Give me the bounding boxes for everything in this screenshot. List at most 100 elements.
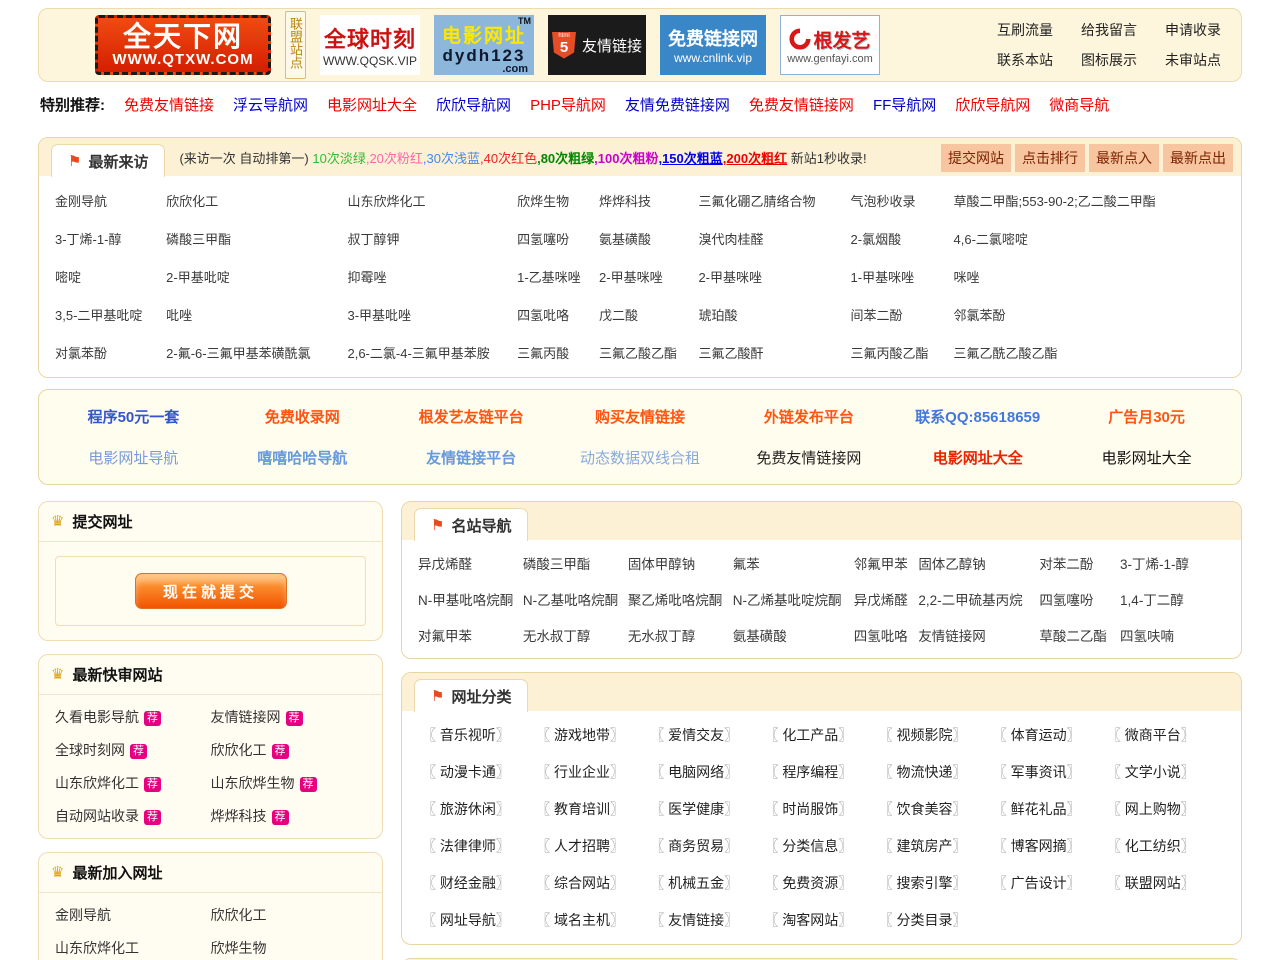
visitor-site-link[interactable]: 戊二酸	[599, 302, 698, 327]
visitor-site-link[interactable]: 气泡秒收录	[851, 188, 954, 213]
visitor-site-link[interactable]: 烨烨科技	[599, 188, 698, 213]
category-link[interactable]: 〖 网上购物〗	[1107, 799, 1221, 819]
banner-genfayi[interactable]: 根发艺 www.genfayi.com	[780, 15, 880, 75]
visitor-site-link[interactable]: 3,5-二甲基吡啶	[55, 302, 166, 327]
banner-cnlink[interactable]: 免费链接网 www.cnlink.vip	[660, 15, 766, 75]
category-link[interactable]: 〖 机械五金〗	[650, 873, 764, 893]
category-link[interactable]: 〖 财经金融〗	[422, 873, 536, 893]
visitor-site-link[interactable]: 三氟化硼乙腈络合物	[698, 188, 850, 213]
visitor-site-link[interactable]: 4,6-二氯嘧啶	[954, 226, 1226, 251]
category-link[interactable]: 〖 建筑房产〗	[879, 836, 993, 856]
ad-link[interactable]: 根发艺友链平台	[387, 406, 556, 427]
newly-added-item[interactable]: 欣烨生物	[211, 938, 367, 958]
recommend-link[interactable]: PHP导航网	[530, 94, 606, 115]
famous-site-link[interactable]: 2,2-二甲硫基丙烷	[918, 589, 1039, 609]
ad-link[interactable]: 广告月30元	[1062, 406, 1231, 427]
category-link[interactable]: 〖 音乐视听〗	[422, 725, 536, 745]
recommend-link[interactable]: 免费友情链接网	[749, 94, 854, 115]
visitor-site-link[interactable]: 四氢吡咯	[517, 302, 599, 327]
category-link[interactable]: 〖 旅游休闲〗	[422, 799, 536, 819]
site-logo[interactable]: 全天下网 WWW.QTXW.COM	[95, 15, 271, 75]
famous-site-link[interactable]: 固体甲醇钠	[628, 553, 733, 573]
famous-site-link[interactable]: 四氢吡咯	[854, 625, 919, 645]
ad-link[interactable]: 程序50元一套	[49, 406, 218, 427]
category-link[interactable]: 〖 网址导航〗	[422, 910, 536, 930]
recommend-link[interactable]: FF导航网	[873, 94, 936, 115]
ad-link[interactable]: 电影网址大全	[893, 447, 1062, 468]
famous-site-link[interactable]: 氨基磺酸	[733, 625, 854, 645]
visitor-site-link[interactable]: 1-甲基咪唑	[851, 264, 954, 289]
category-link[interactable]: 〖 化工产品〗	[764, 725, 878, 745]
visitor-site-link[interactable]: 嘧啶	[55, 264, 166, 289]
visitor-site-link[interactable]: 2-甲基吡啶	[166, 264, 347, 289]
fast-review-item[interactable]: 欣欣化工荐	[211, 740, 367, 760]
fast-review-item[interactable]: 久看电影导航荐	[55, 707, 211, 727]
recommend-link[interactable]: 友情免费链接网	[625, 94, 730, 115]
visitors-nav-button[interactable]: 点击排行	[1015, 144, 1085, 172]
category-link[interactable]: 〖 搜索引擎〗	[879, 873, 993, 893]
category-link[interactable]: 〖 免费资源〗	[764, 873, 878, 893]
famous-site-link[interactable]: N-乙烯基吡啶烷酮	[733, 589, 854, 609]
visitor-site-link[interactable]: 欣烨生物	[517, 188, 599, 213]
ad-link[interactable]: 电影网址导航	[49, 447, 218, 468]
category-link[interactable]: 〖 淘客网站〗	[764, 910, 878, 930]
visitor-site-link[interactable]: 四氢噻吩	[517, 226, 599, 251]
category-link[interactable]: 〖 视频影院〗	[879, 725, 993, 745]
recommend-link[interactable]: 电影网址大全	[327, 94, 417, 115]
banner-qqsk[interactable]: 全球时刻 WWW.QQSK.VIP	[320, 15, 420, 75]
visitor-site-link[interactable]: 三氟丙酸	[517, 340, 599, 365]
visitor-site-link[interactable]: 2-甲基咪唑	[599, 264, 698, 289]
visitor-site-link[interactable]: 咪唑	[954, 264, 1226, 289]
header-link[interactable]: 未审站点	[1165, 50, 1221, 70]
famous-site-link[interactable]: 无水叔丁醇	[523, 625, 628, 645]
visitor-site-link[interactable]: 抑霉唑	[347, 264, 517, 289]
ad-link[interactable]: 购买友情链接	[556, 406, 725, 427]
fast-review-item[interactable]: 友情链接网荐	[211, 707, 367, 727]
category-link[interactable]: 〖 电脑网络〗	[650, 762, 764, 782]
ad-link[interactable]: 免费友情链接网	[724, 447, 893, 468]
ad-link[interactable]: 嘻嘻哈哈导航	[218, 447, 387, 468]
visitors-nav-button[interactable]: 最新点出	[1163, 144, 1233, 172]
famous-site-link[interactable]: 对苯二酚	[1039, 553, 1120, 573]
visitors-nav-button[interactable]: 提交网站	[941, 144, 1011, 172]
visitor-site-link[interactable]: 氨基磺酸	[599, 226, 698, 251]
famous-site-link[interactable]: 对氟甲苯	[418, 625, 523, 645]
category-link[interactable]: 〖 博客网摘〗	[993, 836, 1107, 856]
category-link[interactable]: 〖 法律律师〗	[422, 836, 536, 856]
famous-site-link[interactable]: 友情链接网	[918, 625, 1039, 645]
category-link[interactable]: 〖 文学小说〗	[1107, 762, 1221, 782]
visitor-site-link[interactable]: 磷酸三甲酯	[166, 226, 347, 251]
visitor-site-link[interactable]: 2-氟-6-三氟甲基苯磺酰氯	[166, 340, 347, 365]
visitor-site-link[interactable]: 2-氯烟酸	[851, 226, 954, 251]
category-link[interactable]: 〖 综合网站〗	[536, 873, 650, 893]
ad-link[interactable]: 免费收录网	[218, 406, 387, 427]
famous-site-link[interactable]: 聚乙烯吡咯烷酮	[628, 589, 733, 609]
category-link[interactable]: 〖 军事资讯〗	[993, 762, 1107, 782]
famous-site-link[interactable]: 四氢呋喃	[1120, 625, 1225, 645]
category-link[interactable]: 〖 分类信息〗	[764, 836, 878, 856]
newly-added-item[interactable]: 欣欣化工	[211, 905, 367, 925]
recommend-link[interactable]: 欣欣导航网	[436, 94, 511, 115]
visitor-site-link[interactable]: 2,6-二氯-4-三氟甲基苯胺	[347, 340, 517, 365]
visitor-site-link[interactable]: 吡唑	[166, 302, 347, 327]
submit-now-button[interactable]: 现在就提交	[135, 573, 287, 609]
fast-review-item[interactable]: 烨烨科技荐	[211, 806, 367, 826]
visitor-site-link[interactable]: 三氟乙酸乙酯	[599, 340, 698, 365]
tab-latest-visitors[interactable]: ⚑ 最新来访	[51, 144, 165, 177]
visitor-site-link[interactable]: 欣欣化工	[166, 188, 347, 213]
visitor-site-link[interactable]: 3-甲基吡唑	[347, 302, 517, 327]
recommend-link[interactable]: 免费友情链接	[124, 94, 214, 115]
ad-link[interactable]: 电影网址大全	[1062, 447, 1231, 468]
famous-site-link[interactable]: 邻氟甲苯	[854, 553, 919, 573]
visitors-nav-button[interactable]: 最新点入	[1089, 144, 1159, 172]
header-link[interactable]: 申请收录	[1165, 20, 1221, 40]
category-link[interactable]: 〖 游戏地带〗	[536, 725, 650, 745]
ad-link[interactable]: 友情链接平台	[387, 447, 556, 468]
visitor-site-link[interactable]: 间苯二酚	[851, 302, 954, 327]
category-link[interactable]: 〖 时尚服饰〗	[764, 799, 878, 819]
visitor-site-link[interactable]: 邻氯苯酚	[954, 302, 1226, 327]
category-link[interactable]: 〖 域名主机〗	[536, 910, 650, 930]
fast-review-item[interactable]: 山东欣烨生物荐	[211, 773, 367, 793]
banner-html5-links[interactable]: html 5 友情链接	[548, 15, 646, 75]
category-link[interactable]: 〖 微商平台〗	[1107, 725, 1221, 745]
